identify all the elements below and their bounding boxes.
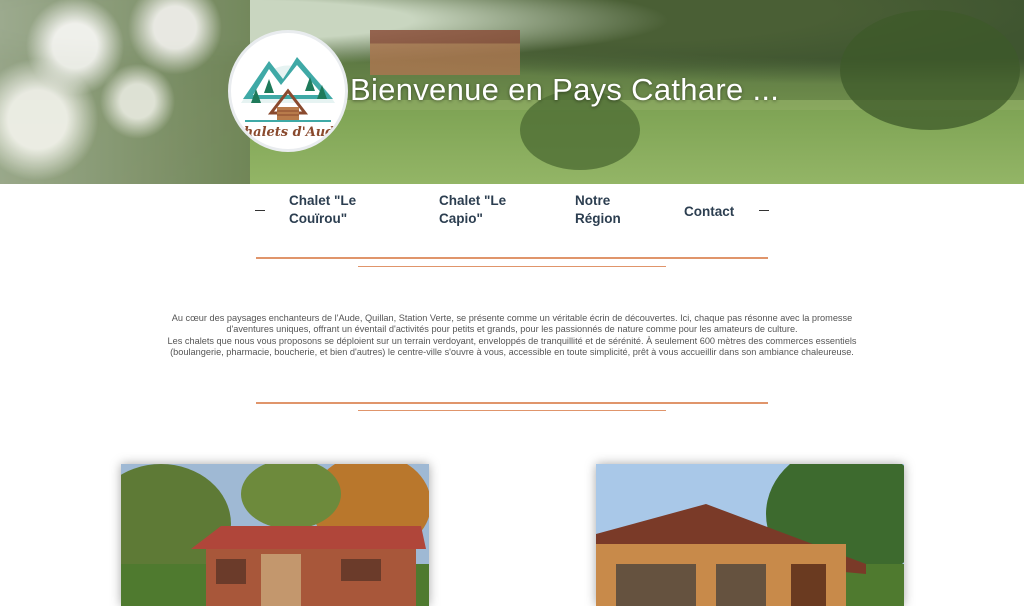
nav-item-contact[interactable]: Contact [684,203,744,221]
intro-text: Au cœur des paysages enchanteurs de l'Au… [140,313,884,358]
nav-item-label: Région [575,211,621,226]
nav-dash-left [255,210,265,211]
hero-banner: Chalets d'Aude Bienvenue en Pays Cathare… [0,0,1024,184]
site-logo[interactable]: Chalets d'Aude [228,30,348,152]
intro-line: (boulangerie, pharmacie, boucherie, et b… [170,346,854,357]
logo-text: Chalets d'Aude [233,125,343,140]
chalet-couirou-image [121,464,429,606]
nav-item-label: Notre [575,193,611,208]
nav-dash-right [759,210,769,211]
chalet-capio-image [596,464,904,606]
intro-line: d'aventures uniques, offrant un éventail… [226,324,798,335]
nav-item-chalet-couirou[interactable]: Chalet "Le Couïrou" [289,192,369,228]
intro-line: Au cœur des paysages enchanteurs de l'Au… [171,313,853,323]
nav-item-label: Chalet "Le [439,193,507,208]
hero-background-flowers [0,0,250,184]
page-title: Bienvenue en Pays Cathare ... [350,72,780,107]
nav-item-notre-region[interactable]: Notre Région [575,192,635,228]
main-navigation: Chalet "Le Couïrou" Chalet "Le Capio" No… [255,192,770,234]
divider-lower [256,402,768,404]
nav-item-label: Chalet "Le [289,193,357,208]
chalet-capio-photo[interactable] [596,464,904,606]
hero-background-house [370,30,520,75]
hero-background-tree [840,10,1020,130]
nav-item-label: Contact [684,204,735,219]
nav-item-label: Capio" [439,211,483,226]
intro-line: Les chalets que nous vous proposons se d… [167,335,857,346]
divider-lower-short [358,410,666,411]
chalet-couirou-photo[interactable] [121,464,429,606]
nav-item-label: Couïrou" [289,211,348,226]
nav-item-chalet-capio[interactable]: Chalet "Le Capio" [439,192,519,228]
divider-upper-short [358,266,666,267]
divider-upper [256,257,768,259]
